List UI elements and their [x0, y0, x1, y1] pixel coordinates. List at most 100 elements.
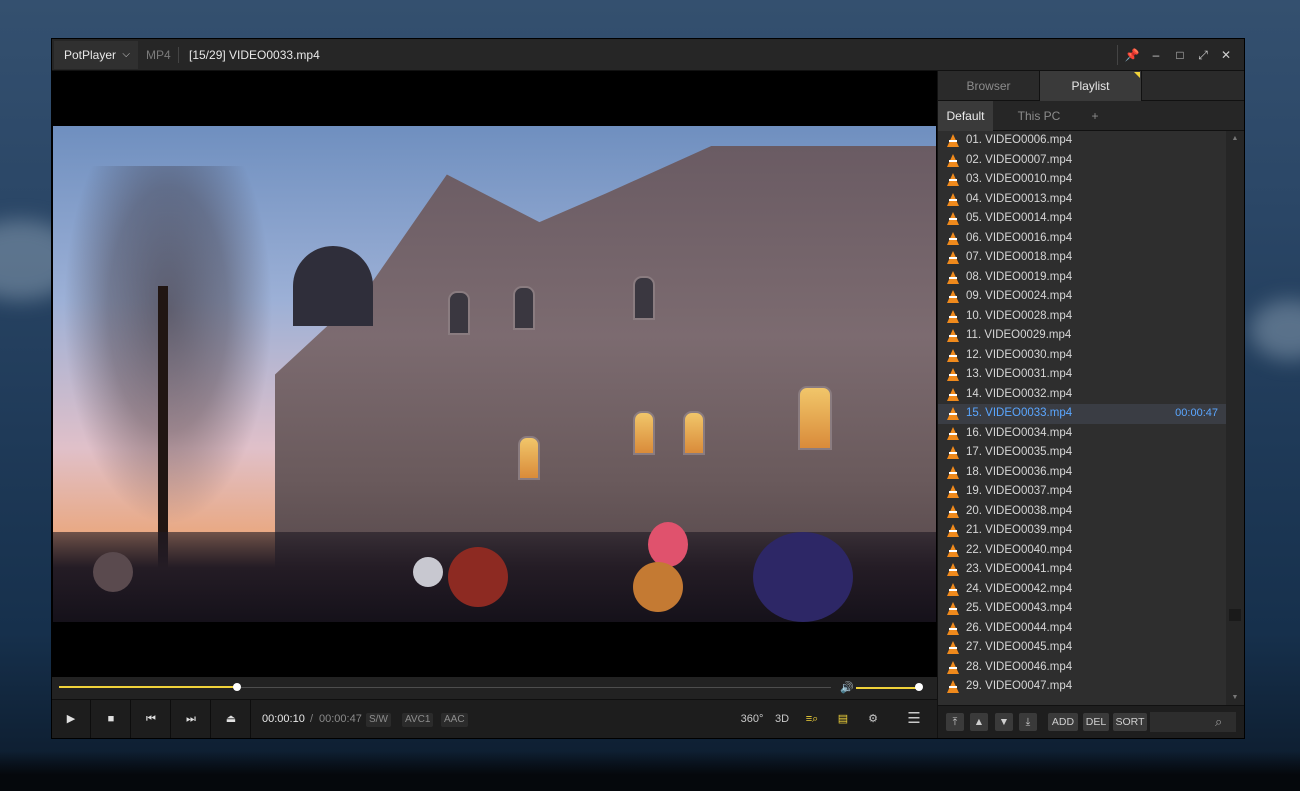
playlist-scrollbar[interactable]: ▲ ▼ [1226, 131, 1244, 705]
vlc-cone-icon [947, 465, 959, 479]
playlist-item[interactable]: 19. VIDEO0037.mp4 [938, 482, 1226, 502]
control-bar: ▶ ■ ⏮ ⏭ ⏏ 00:00:10 / 00:00:47 S/W AVC1 A… [52, 699, 937, 738]
next-button[interactable]: ⏭ [172, 700, 211, 738]
playlist-item[interactable]: 12. VIDEO0030.mp4 [938, 346, 1226, 366]
crowd-figure [753, 532, 853, 622]
stop-button[interactable]: ■ [92, 700, 131, 738]
playlist-item-label: 04. VIDEO0013.mp4 [966, 192, 1073, 205]
play-button[interactable]: ▶ [52, 700, 91, 738]
fullscreen-icon[interactable]: ⤢ [1191, 39, 1215, 71]
building-window [513, 286, 535, 330]
delete-button[interactable]: DEL [1083, 713, 1109, 731]
playlist-item-label: 06. VIDEO0016.mp4 [966, 231, 1073, 244]
playlist-item[interactable]: 18. VIDEO0036.mp4 [938, 463, 1226, 483]
playlist-item[interactable]: 10. VIDEO0028.mp4 [938, 307, 1226, 327]
playlist-item[interactable]: 01. VIDEO0006.mp4 [938, 131, 1226, 151]
close-icon[interactable]: ✕ [1214, 39, 1238, 71]
playlist-item[interactable]: 28. VIDEO0046.mp4 [938, 658, 1226, 678]
vr-360-button[interactable]: 360° [740, 700, 764, 738]
total-time[interactable]: 00:00:47 [319, 700, 362, 738]
eject-button[interactable]: ⏏ [212, 700, 251, 738]
vlc-cone-icon [947, 426, 959, 440]
playlist-search-input[interactable] [1150, 712, 1236, 732]
volume-icon[interactable]: 🔊 [840, 681, 854, 694]
playlist-item[interactable]: 26. VIDEO0044.mp4 [938, 619, 1226, 639]
subtab-this-pc[interactable]: This PC [1004, 101, 1074, 131]
playlist-item[interactable]: 06. VIDEO0016.mp4 [938, 229, 1226, 249]
playlist-item[interactable]: 07. VIDEO0018.mp4 [938, 248, 1226, 268]
playlist-item[interactable]: 03. VIDEO0010.mp4 [938, 170, 1226, 190]
sw-decoder-badge[interactable]: S/W [366, 713, 391, 727]
building-window [518, 436, 540, 480]
playlist-item-label: 09. VIDEO0024.mp4 [966, 290, 1073, 302]
playlist-item[interactable]: 09. VIDEO0024.mp4 [938, 287, 1226, 307]
scroll-down-icon[interactable]: ▼ [1226, 694, 1244, 701]
subtab-default[interactable]: Default [938, 101, 993, 131]
volume-slider[interactable] [856, 687, 920, 689]
playlist-toggle-icon[interactable]: ▤ [831, 700, 855, 738]
dome-roof [293, 246, 373, 326]
video-codec-badge[interactable]: AVC1 [402, 713, 434, 727]
playlist-item[interactable]: 02. VIDEO0007.mp4 [938, 151, 1226, 171]
audio-codec-badge[interactable]: AAC [441, 713, 468, 727]
playlist-item[interactable]: 14. VIDEO0032.mp4 [938, 385, 1226, 405]
playlist-item[interactable]: 13. VIDEO0031.mp4 [938, 365, 1226, 385]
playlist-item[interactable]: 05. VIDEO0014.mp4 [938, 209, 1226, 229]
playlist-item[interactable]: 16. VIDEO0034.mp4 [938, 424, 1226, 444]
playlist-item-label: 28. VIDEO0046.mp4 [966, 660, 1073, 673]
menu-icon[interactable]: ☰ [902, 700, 926, 738]
playlist-item[interactable]: 22. VIDEO0040.mp4 [938, 541, 1226, 561]
app-menu-button[interactable]: PotPlayer ⌵ [54, 41, 138, 69]
playlist-item-current[interactable]: 15. VIDEO0033.mp4 00:00:47 [938, 404, 1226, 424]
scrollbar-thumb[interactable] [1229, 609, 1241, 621]
add-tab-button[interactable]: + [1084, 101, 1106, 131]
building-window [683, 411, 705, 455]
previous-button[interactable]: ⏮ [132, 700, 171, 738]
move-down-icon[interactable]: ▼ [995, 713, 1013, 731]
minimize-icon[interactable]: – [1144, 39, 1168, 71]
search-icon[interactable]: ⌕ [1215, 712, 1222, 732]
current-time[interactable]: 00:00:10 [262, 700, 305, 738]
playlist-item[interactable]: 25. VIDEO0043.mp4 [938, 599, 1226, 619]
playlist-item-label: 24. VIDEO0042.mp4 [966, 582, 1073, 595]
playlist-item-label: 19. VIDEO0037.mp4 [966, 485, 1073, 497]
pin-icon[interactable]: 📌 [1120, 39, 1144, 71]
move-bottom-icon[interactable]: ⤓ [1019, 713, 1037, 731]
tab-browser[interactable]: Browser [938, 71, 1040, 101]
gear-icon[interactable]: ⚙ [861, 700, 885, 738]
seek-handle[interactable] [233, 683, 241, 691]
vlc-cone-icon [947, 153, 959, 167]
playlist-item[interactable]: 24. VIDEO0042.mp4 [938, 580, 1226, 600]
tab-playlist[interactable]: Playlist [1040, 71, 1142, 101]
playlist-search-icon[interactable]: ≡⌕ [800, 700, 824, 738]
playlist-item[interactable]: 11. VIDEO0029.mp4 [938, 326, 1226, 346]
sort-button[interactable]: SORT [1113, 713, 1147, 731]
3d-button[interactable]: 3D [770, 700, 794, 738]
move-up-icon[interactable]: ▲ [970, 713, 988, 731]
playlist-item[interactable]: 27. VIDEO0045.mp4 [938, 638, 1226, 658]
playlist-item[interactable]: 08. VIDEO0019.mp4 [938, 268, 1226, 288]
time-separator: / [310, 713, 314, 725]
playlist-item[interactable]: 21. VIDEO0039.mp4 [938, 521, 1226, 541]
playlist-item[interactable]: 23. VIDEO0041.mp4 [938, 560, 1226, 580]
playlist[interactable]: 01. VIDEO0006.mp4 02. VIDEO0007.mp4 03. VI… [938, 131, 1226, 705]
scroll-up-icon[interactable]: ▲ [1226, 135, 1244, 142]
playlist-item[interactable]: 29. VIDEO0047.mp4 [938, 677, 1226, 697]
playlist-item[interactable]: 20. VIDEO0038.mp4 [938, 502, 1226, 522]
maximize-icon[interactable]: □ [1168, 39, 1192, 71]
volume-handle[interactable] [915, 683, 923, 691]
vlc-cone-icon [947, 407, 959, 420]
playlist-item[interactable]: 17. VIDEO0035.mp4 [938, 443, 1226, 463]
playlist-item[interactable]: 04. VIDEO0013.mp4 [938, 190, 1226, 210]
vlc-cone-icon [947, 602, 959, 615]
title-divider [1117, 45, 1118, 65]
move-top-icon[interactable]: ⤒ [946, 713, 964, 731]
playlist-item-duration: 00:00:47 [1175, 407, 1218, 419]
video-area[interactable] [52, 71, 937, 677]
playlist-item-label: 13. VIDEO0031.mp4 [966, 368, 1073, 380]
title-bar[interactable]: PotPlayer ⌵ MP4 [15/29] VIDEO0033.mp4 📌 … [52, 39, 1244, 71]
playlist-item-label: 25. VIDEO0043.mp4 [966, 602, 1073, 614]
crowd-figure [633, 562, 683, 612]
playlist-item-label: 18. VIDEO0036.mp4 [966, 465, 1073, 478]
add-button[interactable]: ADD [1048, 713, 1078, 731]
